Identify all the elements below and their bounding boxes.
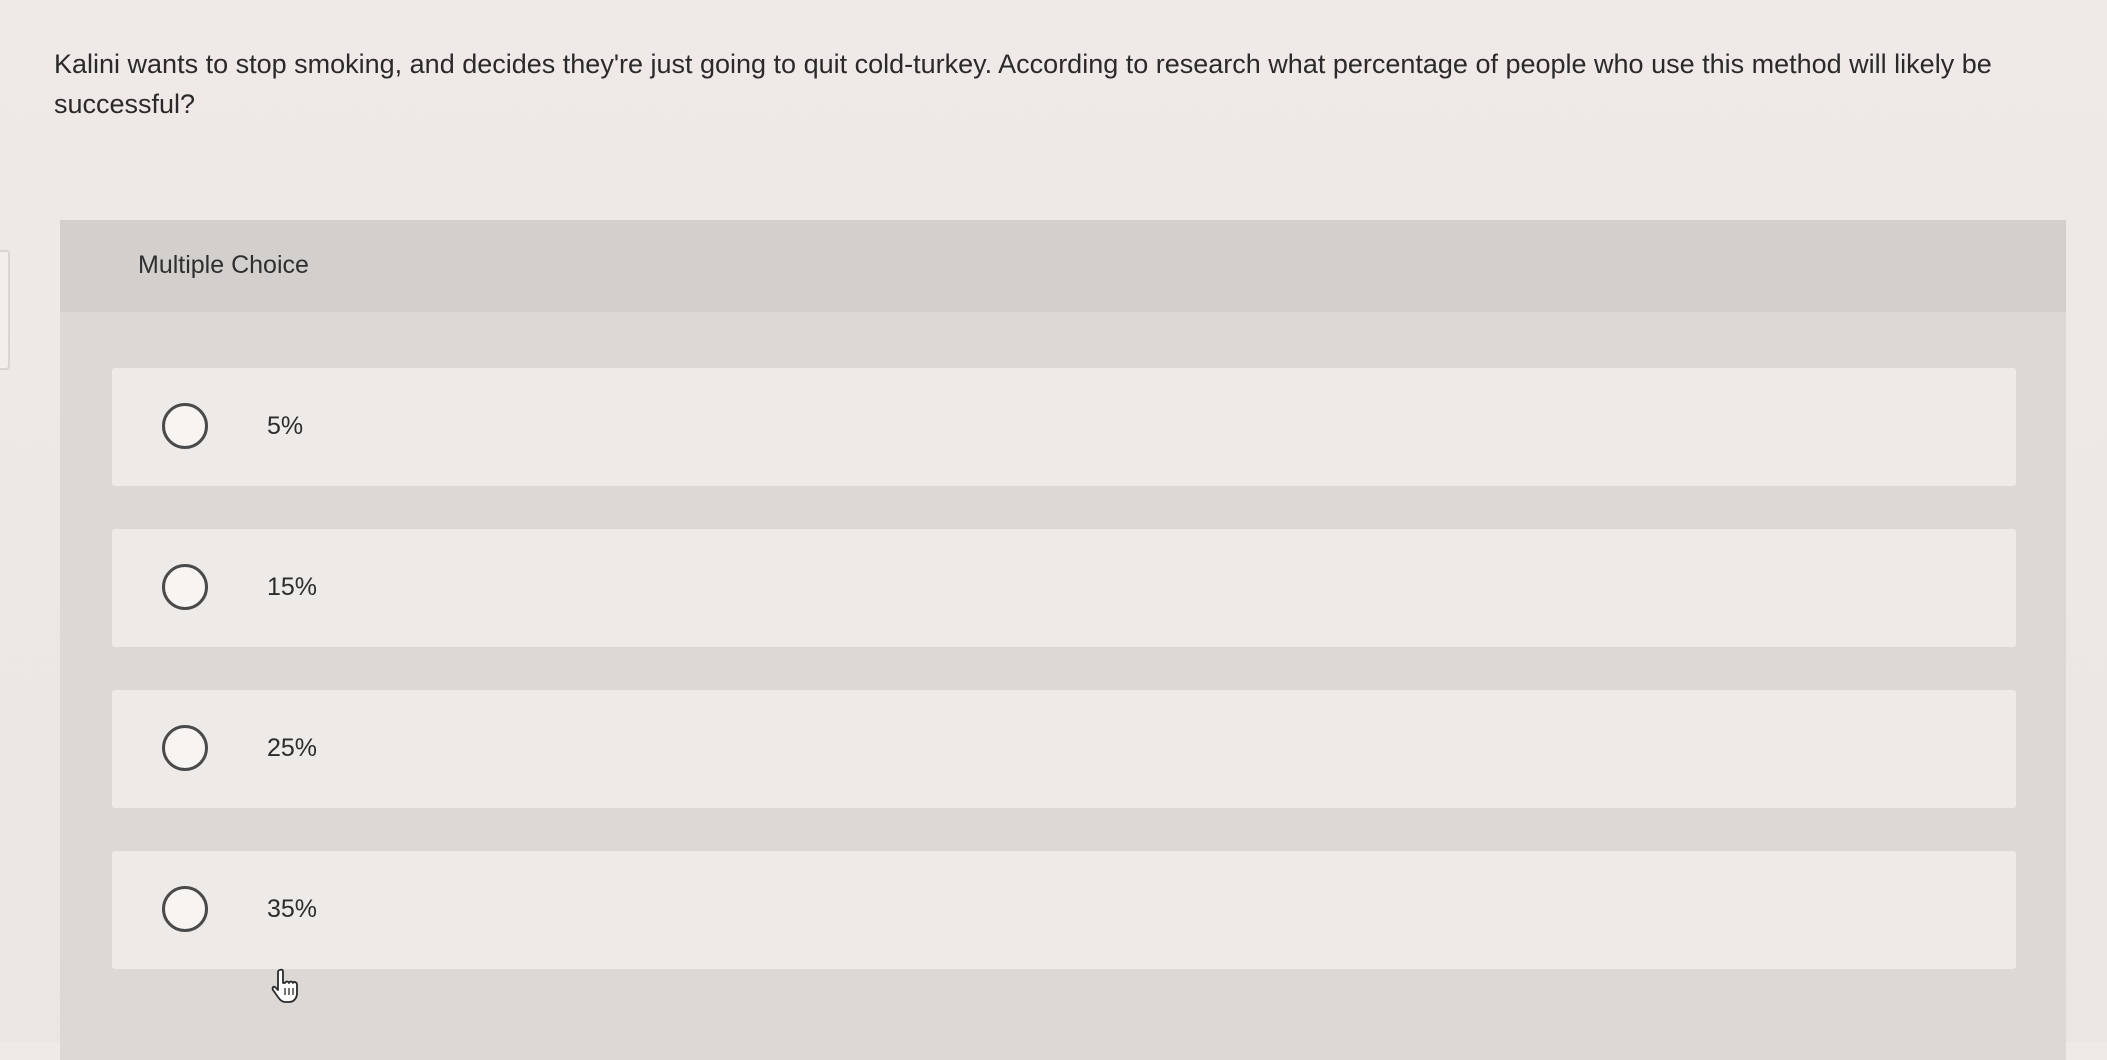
- choice-label: 5%: [267, 412, 304, 440]
- choice-label: 35%: [267, 895, 318, 923]
- choice-option-2[interactable]: 15%: [112, 529, 2016, 647]
- radio-button-icon[interactable]: [162, 725, 208, 771]
- choice-option-3[interactable]: 25%: [112, 690, 2016, 808]
- question-text: Kalini wants to stop smoking, and decide…: [54, 49, 1992, 119]
- choice-label: 25%: [267, 734, 318, 762]
- multiple-choice-header: Multiple Choice: [60, 220, 2066, 312]
- radio-button-icon[interactable]: [162, 886, 208, 932]
- multiple-choice-panel: Multiple Choice 5% 15% 25% 35%: [60, 220, 2066, 1060]
- left-edge-handle: [0, 250, 10, 370]
- choice-label: 15%: [267, 573, 318, 601]
- choice-option-4[interactable]: 35%: [112, 851, 2016, 969]
- hand-pointer-icon: [271, 968, 298, 1003]
- radio-button-icon[interactable]: [162, 564, 208, 610]
- choice-option-1[interactable]: 5%: [112, 368, 2016, 486]
- multiple-choice-label: Multiple Choice: [138, 251, 309, 279]
- radio-button-icon[interactable]: [162, 403, 208, 449]
